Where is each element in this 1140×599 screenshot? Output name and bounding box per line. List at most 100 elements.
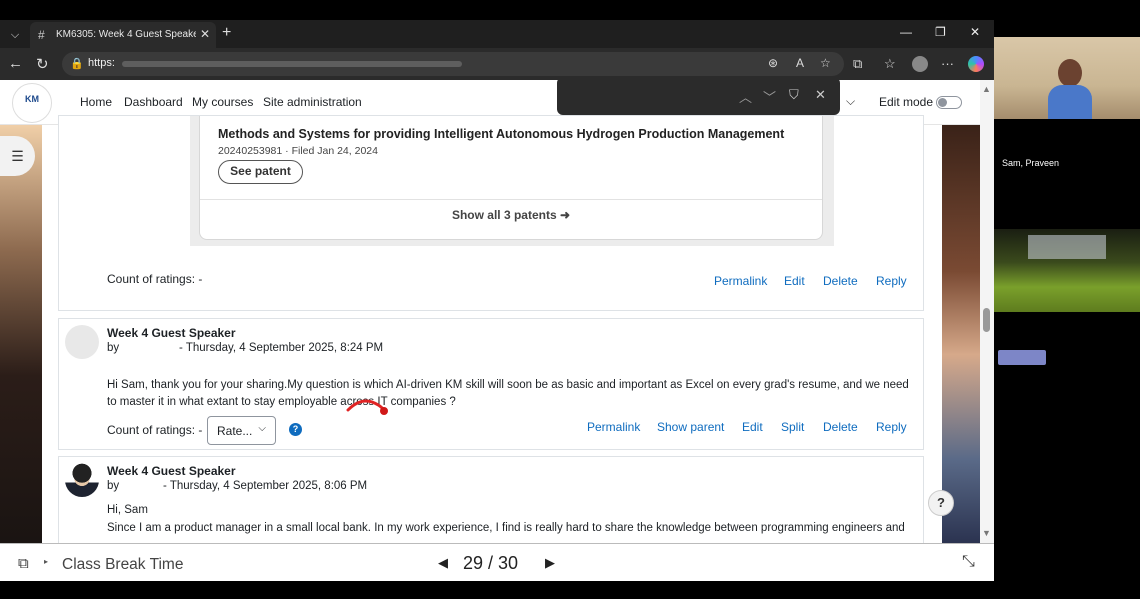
post-author-prefix: by: [107, 342, 120, 354]
more-menu-icon[interactable]: ···: [941, 56, 954, 71]
restore-icon[interactable]: ❐: [935, 25, 946, 39]
edit-link[interactable]: Edit: [784, 274, 805, 288]
list-icon: ☰: [11, 148, 24, 164]
user-menu-chevron-icon[interactable]: ⌵: [846, 94, 855, 109]
lock-icon: 🔒: [70, 58, 84, 70]
post-subject: Week 4 Guest Speaker: [107, 326, 236, 340]
background-image-left: [0, 125, 42, 543]
nav-my-courses[interactable]: My courses: [192, 95, 253, 109]
delete-link[interactable]: Delete: [823, 420, 858, 434]
filter-icon[interactable]: ⛉: [789, 87, 799, 103]
forum-post: Week 4 Guest Speaker by - Thursday, 4 Se…: [58, 318, 924, 450]
annotation-pen-mark: [346, 399, 388, 415]
edit-mode-toggle[interactable]: [936, 96, 962, 109]
page-scrollbar[interactable]: ▲ ▼: [980, 80, 994, 543]
reply-link[interactable]: Reply: [876, 274, 907, 288]
embedded-patent-card: Methods and Systems for providing Intell…: [190, 116, 834, 246]
participant-video[interactable]: [994, 37, 1140, 119]
browser-tab[interactable]: # KM6305: Week 4 Guest Speaker | ✕: [30, 22, 216, 48]
window-close-icon[interactable]: ✕: [970, 25, 980, 39]
favorite-star-icon[interactable]: ☆: [820, 56, 831, 70]
back-icon[interactable]: ←: [8, 55, 23, 72]
see-patent-button[interactable]: See patent: [218, 160, 303, 184]
nav-home[interactable]: Home: [80, 95, 112, 109]
url-text: https:: [88, 57, 115, 69]
post-greeting: Hi, Sam: [107, 504, 148, 516]
background-image-right: [942, 125, 980, 543]
read-aloud-icon[interactable]: A: [796, 56, 804, 70]
divider: [200, 199, 822, 200]
post-body: Hi Sam, thank you for your sharing.My qu…: [107, 379, 909, 408]
rate-select[interactable]: Rate... ⌵: [207, 416, 276, 445]
forum-post: Methods and Systems for providing Intell…: [58, 115, 924, 311]
discussion-content: Methods and Systems for providing Intell…: [58, 115, 924, 543]
translate-icon[interactable]: ⊛: [768, 56, 778, 70]
count-of-ratings: Count of ratings: -: [107, 272, 203, 286]
find-bar: ︿ ﹀ ⛉ ✕: [557, 80, 840, 115]
scrollbar-thumb[interactable]: [983, 308, 990, 332]
participant-figure: [1048, 59, 1092, 119]
presentation-title: Class Break Time: [62, 556, 184, 573]
find-previous-icon[interactable]: ︿: [739, 87, 752, 106]
patent-details: Methods and Systems for providing Intell…: [199, 116, 823, 240]
post-body: Since I am a product manager in a small …: [107, 522, 905, 534]
participant-head: [1058, 59, 1082, 87]
help-button[interactable]: ?: [928, 490, 954, 516]
patent-meta: 20240253981 · Filed Jan 24, 2024: [218, 145, 378, 157]
scroll-up-icon[interactable]: ▲: [982, 84, 991, 94]
find-close-icon[interactable]: ✕: [815, 87, 826, 103]
favorites-icon[interactable]: ☆: [884, 56, 896, 72]
post-author-prefix: by: [107, 480, 120, 492]
participant-name-tag-redacted: [998, 350, 1046, 365]
edit-link[interactable]: Edit: [742, 420, 763, 434]
tab-list-icon[interactable]: ⌵: [6, 26, 24, 44]
slides-icon[interactable]: ⧉: [18, 555, 29, 572]
minimize-icon[interactable]: —: [900, 25, 912, 39]
hashtag-icon: #: [38, 28, 45, 42]
permalink-link[interactable]: Permalink: [714, 274, 767, 288]
profile-avatar[interactable]: [912, 56, 928, 72]
tab-title: KM6305: Week 4 Guest Speaker |: [56, 29, 196, 40]
screen: ⌵ # KM6305: Week 4 Guest Speaker | ✕ + —…: [0, 0, 1140, 599]
classroom-screen: [1028, 235, 1106, 259]
address-bar[interactable]: 🔒 https: ⊛ A ☆: [62, 52, 844, 76]
find-next-icon[interactable]: ﹀: [763, 87, 776, 106]
url-redacted: [122, 61, 462, 67]
help-icon[interactable]: ?: [289, 423, 302, 436]
split-link[interactable]: Split: [781, 420, 804, 434]
new-tab-icon[interactable]: +: [222, 24, 231, 42]
logo-text: KM: [25, 94, 39, 104]
forum-post: Week 4 Guest Speaker by - Thursday, 4 Se…: [58, 456, 924, 543]
avatar[interactable]: [65, 325, 99, 359]
presentation-bar: ⧉ ▸ Class Break Time ◀ 29 / 30 ▶ ⤡: [0, 543, 994, 581]
copilot-icon[interactable]: [968, 56, 984, 72]
scroll-down-icon[interactable]: ▼: [982, 528, 991, 538]
avatar[interactable]: [65, 463, 99, 497]
caret-icon[interactable]: ▸: [44, 557, 48, 566]
patent-title: Methods and Systems for providing Intell…: [218, 127, 785, 141]
reply-link[interactable]: Reply: [876, 420, 907, 434]
browser-tab-bar: ⌵ # KM6305: Week 4 Guest Speaker | ✕ + —…: [0, 20, 994, 48]
classroom-video[interactable]: [994, 229, 1140, 312]
post-date: - Thursday, 4 September 2025, 8:24 PM: [179, 342, 384, 354]
slide-counter: 29 / 30: [463, 553, 519, 573]
tab-close-icon[interactable]: ✕: [200, 27, 210, 41]
browser-toolbar: ← ↻ 🔒 https: ⊛ A ☆ ⧉ ☆ ···: [0, 48, 994, 80]
site-logo[interactable]: KM: [12, 83, 52, 123]
chevron-down-icon: ⌵: [258, 423, 266, 434]
show-parent-link[interactable]: Show parent: [657, 420, 724, 434]
delete-link[interactable]: Delete: [823, 274, 858, 288]
next-slide-icon[interactable]: ▶: [545, 555, 555, 571]
nav-dashboard[interactable]: Dashboard: [124, 95, 183, 109]
refresh-icon[interactable]: ↻: [36, 55, 49, 73]
show-all-patents-link[interactable]: Show all 3 patents ➜: [200, 208, 822, 222]
post-subject: Week 4 Guest Speaker: [107, 464, 236, 478]
participant-name: Sam, Praveen: [1002, 158, 1060, 168]
page-viewport: KM Home Dashboard My courses Site admini…: [0, 80, 994, 543]
previous-slide-icon[interactable]: ◀: [438, 555, 448, 571]
exit-fullscreen-icon[interactable]: ⤡: [962, 553, 975, 571]
extensions-icon[interactable]: ⧉: [853, 56, 862, 72]
permalink-link[interactable]: Permalink: [587, 420, 640, 434]
rate-select-value: Rate...: [217, 424, 253, 438]
nav-site-administration[interactable]: Site administration: [263, 95, 362, 109]
